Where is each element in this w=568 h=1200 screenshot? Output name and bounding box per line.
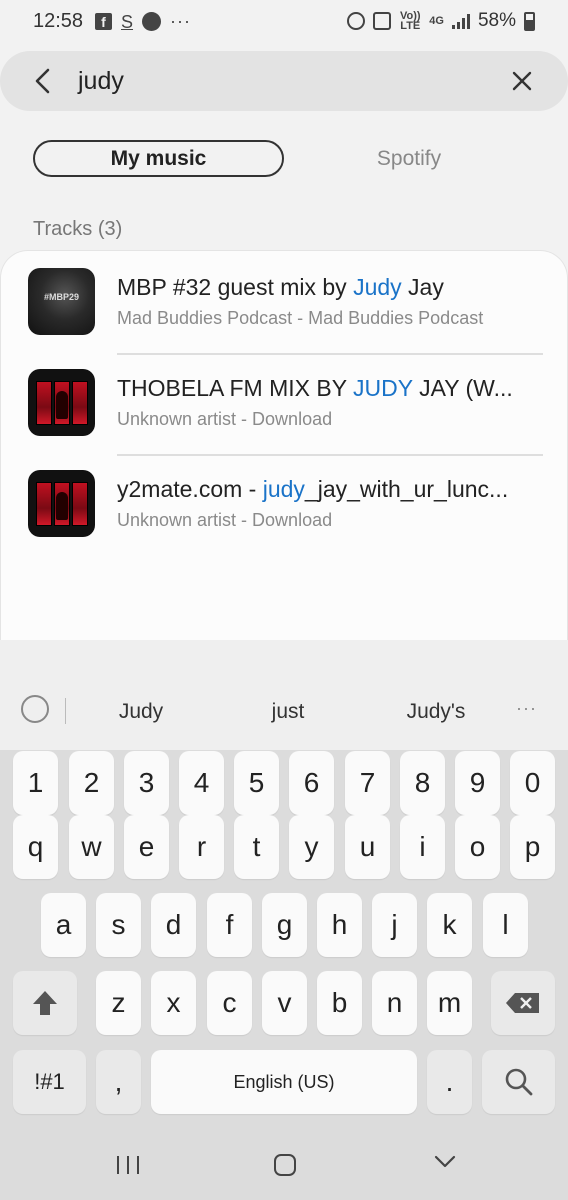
- tab-my-music[interactable]: My music: [33, 140, 284, 177]
- navigation-bar: [0, 1128, 568, 1200]
- divider: [117, 454, 543, 456]
- key-v[interactable]: v: [262, 971, 307, 1035]
- status-time: 12:58: [33, 10, 84, 32]
- tracks-list: #MBP29 MBP #32 guest mix by Judy Jay Mad…: [0, 250, 568, 640]
- key-u[interactable]: u: [345, 815, 390, 879]
- key-a[interactable]: a: [41, 893, 86, 957]
- track-title: y2mate.com - judy_jay_with_ur_lunc...: [117, 476, 509, 502]
- key-7[interactable]: 7: [345, 751, 390, 815]
- key-t[interactable]: t: [234, 815, 279, 879]
- mute-icon: [373, 12, 392, 30]
- tracks-section-title: Tracks (3): [33, 218, 123, 240]
- track-subtitle: Unknown artist - Download: [117, 510, 333, 530]
- track-subtitle: Mad Buddies Podcast - Mad Buddies Podcas…: [117, 308, 484, 328]
- signal-icon: [451, 13, 470, 29]
- more-suggestions-icon[interactable]: ···: [516, 698, 537, 719]
- key-g[interactable]: g: [262, 893, 307, 957]
- album-art: [28, 470, 95, 537]
- suggestion-item[interactable]: Judy's: [391, 700, 481, 724]
- backspace-key[interactable]: [491, 971, 555, 1035]
- system-icons: Vo)) LTE 4G 58%: [347, 10, 535, 32]
- search-input[interactable]: judy: [78, 67, 124, 96]
- key-n[interactable]: n: [372, 971, 417, 1035]
- notification-icons: f S ···: [95, 11, 191, 32]
- search-bar: judy: [0, 51, 568, 111]
- divider: [117, 353, 543, 355]
- recent-apps-icon[interactable]: [117, 1156, 139, 1174]
- track-title: MBP #32 guest mix by Judy Jay: [117, 274, 444, 300]
- shift-icon: [33, 991, 57, 1015]
- track-subtitle: Unknown artist - Download: [117, 409, 333, 429]
- track-item[interactable]: #MBP29 MBP #32 guest mix by Judy Jay Mad…: [28, 268, 543, 368]
- key-l[interactable]: l: [483, 893, 528, 957]
- suggestion-item[interactable]: Judy: [96, 700, 186, 724]
- suggestion-item[interactable]: just: [243, 700, 333, 724]
- period-key[interactable]: .: [427, 1050, 472, 1114]
- key-4[interactable]: 4: [179, 751, 224, 815]
- key-x[interactable]: x: [151, 971, 196, 1035]
- key-p[interactable]: p: [510, 815, 555, 879]
- source-tabs: My music Spotify: [33, 140, 533, 178]
- track-title: THOBELA FM MIX BY JUDY JAY (W...: [117, 375, 513, 401]
- alarm-icon: [347, 12, 366, 30]
- s-app-icon: S: [121, 11, 134, 32]
- key-o[interactable]: o: [455, 815, 500, 879]
- more-notifications-icon: ···: [170, 11, 191, 31]
- key-s[interactable]: s: [96, 893, 141, 957]
- key-h[interactable]: h: [317, 893, 362, 957]
- key-y[interactable]: y: [289, 815, 334, 879]
- battery-icon: [524, 11, 535, 31]
- key-r[interactable]: r: [179, 815, 224, 879]
- divider: [65, 698, 66, 724]
- space-key[interactable]: English (US): [151, 1050, 417, 1114]
- key-m[interactable]: m: [427, 971, 472, 1035]
- nav-back-icon[interactable]: [434, 1155, 456, 1169]
- backspace-icon: [506, 993, 539, 1013]
- key-8[interactable]: 8: [400, 751, 445, 815]
- key-z[interactable]: z: [96, 971, 141, 1035]
- key-e[interactable]: e: [124, 815, 169, 879]
- status-bar: 12:58 f S ··· Vo)) LTE 4G 58%: [0, 0, 568, 44]
- key-d[interactable]: d: [151, 893, 196, 957]
- album-art: #MBP29: [28, 268, 95, 335]
- keyboard-mode-icon[interactable]: [21, 695, 49, 723]
- key-9[interactable]: 9: [455, 751, 500, 815]
- suggestion-bar: Judy just Judy's ···: [0, 640, 568, 750]
- key-3[interactable]: 3: [124, 751, 169, 815]
- key-6[interactable]: 6: [289, 751, 334, 815]
- key-b[interactable]: b: [317, 971, 362, 1035]
- clear-icon[interactable]: [510, 69, 534, 93]
- key-q[interactable]: q: [13, 815, 58, 879]
- facebook-icon: f: [95, 13, 112, 30]
- phone-icon: [142, 12, 162, 31]
- key-2[interactable]: 2: [69, 751, 114, 815]
- comma-key[interactable]: ,: [96, 1050, 141, 1114]
- back-arrow-icon[interactable]: [30, 66, 58, 96]
- shift-key[interactable]: [13, 971, 77, 1035]
- key-k[interactable]: k: [427, 893, 472, 957]
- track-item[interactable]: THOBELA FM MIX BY JUDY JAY (W... Unknown…: [28, 369, 543, 469]
- key-i[interactable]: i: [400, 815, 445, 879]
- key-0[interactable]: 0: [510, 751, 555, 815]
- key-w[interactable]: w: [69, 815, 114, 879]
- battery-percent: 58%: [477, 10, 516, 31]
- key-1[interactable]: 1: [13, 751, 58, 815]
- volte-icon: Vo)) LTE: [399, 10, 421, 32]
- network-type-icon: 4G: [429, 15, 444, 27]
- key-f[interactable]: f: [207, 893, 252, 957]
- symbols-key[interactable]: !#1: [13, 1050, 86, 1114]
- album-art: [28, 369, 95, 436]
- search-icon: [505, 1068, 532, 1096]
- key-c[interactable]: c: [207, 971, 252, 1035]
- key-j[interactable]: j: [372, 893, 417, 957]
- track-item[interactable]: y2mate.com - judy_jay_with_ur_lunc... Un…: [28, 470, 543, 570]
- key-5[interactable]: 5: [234, 751, 279, 815]
- home-icon[interactable]: [274, 1154, 296, 1176]
- search-key[interactable]: [482, 1050, 555, 1114]
- tab-spotify[interactable]: Spotify: [333, 140, 485, 177]
